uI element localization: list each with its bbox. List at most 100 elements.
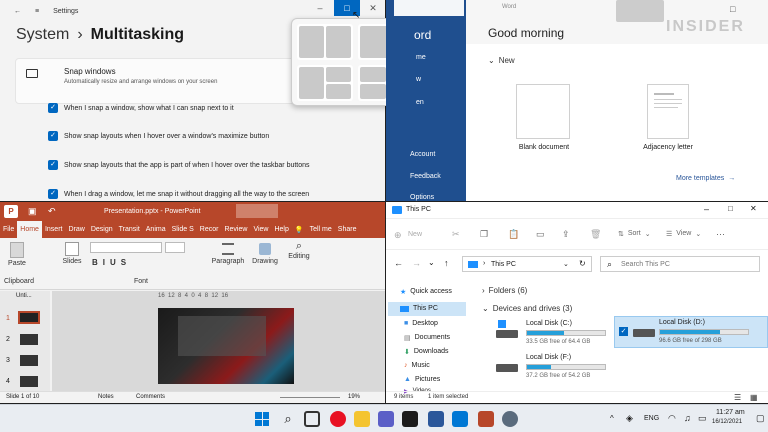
teams-icon[interactable] — [378, 411, 394, 427]
word-icon[interactable] — [428, 411, 444, 427]
nav-music[interactable]: ♪ Music — [404, 362, 430, 369]
notes-button[interactable]: Notes — [98, 394, 114, 400]
tab-view[interactable]: View — [250, 226, 271, 233]
drive-f[interactable]: Local Disk (F:) 37.2 GB free of 54.2 GB — [496, 352, 608, 382]
clock-date[interactable]: 16/12/2021 — [712, 419, 742, 425]
more-templates-label[interactable]: More templates — [676, 175, 724, 182]
word-maximize-icon[interactable]: □ — [730, 4, 735, 14]
tab-animations[interactable]: Anima — [143, 226, 169, 233]
cut-icon[interactable]: ✂ — [452, 229, 460, 240]
zoom-slider[interactable] — [280, 397, 340, 398]
language-indicator[interactable]: ENG — [644, 415, 659, 422]
tab-record[interactable]: Recor — [197, 226, 222, 233]
start-button[interactable] — [254, 411, 270, 427]
sidebar-item-options[interactable]: Options — [410, 194, 434, 201]
checkbox-checked-icon[interactable]: ✓ — [48, 160, 58, 170]
tab-home[interactable]: Home — [17, 221, 42, 238]
tab-slideshow[interactable]: Slide S — [169, 226, 197, 233]
snap-zone[interactable] — [326, 26, 351, 58]
slide-thumbnail-3[interactable] — [20, 355, 38, 366]
snap-layout-main-side[interactable] — [297, 65, 353, 101]
store-icon[interactable] — [452, 411, 468, 427]
search-box[interactable]: ⌕ Search This PC — [600, 256, 760, 272]
drives-group-header[interactable]: ⌄ Devices and drives (3) — [482, 304, 572, 313]
share-button[interactable]: Share — [335, 226, 360, 233]
font-formatting-buttons[interactable]: BIUS — [92, 258, 131, 267]
opera-browser-icon[interactable] — [330, 411, 346, 427]
rename-icon[interactable]: ▭ — [536, 229, 545, 240]
drive-d[interactable]: ✓ Local Disk (D:) 96.6 GB free of 298 GB — [614, 316, 768, 348]
checkbox-checked-icon[interactable]: ✓ — [619, 327, 628, 336]
snap-zone[interactable] — [326, 67, 351, 82]
snap-option-2[interactable]: ✓ Show snap layouts when I hover over a w… — [48, 131, 269, 141]
snap-zone[interactable] — [299, 26, 324, 58]
nav-this-pc[interactable]: This PC — [388, 302, 466, 316]
clock-time[interactable]: 11:27 am — [716, 409, 745, 416]
search-icon[interactable]: ⌕ — [280, 411, 296, 427]
delete-icon[interactable]: 🗑 — [590, 229, 601, 240]
tab-file[interactable]: File — [0, 226, 17, 233]
tab-draw[interactable]: Draw — [65, 226, 87, 233]
editing-button[interactable]: ⌕ Editing — [284, 240, 314, 260]
powerpoint-icon[interactable] — [478, 411, 494, 427]
checkbox-checked-icon[interactable]: ✓ — [48, 189, 58, 199]
snap-option-4[interactable]: ✓ When I drag a window, let me snap it wi… — [48, 189, 309, 199]
nav-downloads[interactable]: ⬇ Downloads — [404, 348, 449, 356]
section-header[interactable]: Unti... — [16, 293, 32, 299]
blank-document-thumbnail[interactable] — [516, 84, 570, 139]
details-view-icon[interactable]: ☰ — [734, 393, 741, 402]
tiles-view-icon[interactable]: ▦ — [750, 393, 758, 402]
undo-icon[interactable]: ↶ — [48, 206, 56, 217]
close-button[interactable]: ✕ — [750, 204, 757, 213]
new-button[interactable]: New — [408, 231, 422, 238]
breadcrumb-system[interactable]: System — [16, 26, 69, 44]
tell-me-box[interactable]: Tell me — [307, 226, 335, 233]
settings-gear-icon[interactable] — [502, 411, 518, 427]
network-icon[interactable]: ◈ — [626, 413, 633, 424]
nav-pictures[interactable]: ▲ Pictures — [404, 376, 440, 383]
slide-canvas[interactable] — [158, 308, 294, 384]
slide-thumbnail-2[interactable] — [20, 334, 38, 345]
file-explorer-icon[interactable] — [354, 411, 370, 427]
tab-insert[interactable]: Insert — [42, 226, 66, 233]
more-options-icon[interactable]: ⋯ — [716, 229, 725, 240]
sidebar-item-home[interactable]: me — [416, 54, 426, 61]
sidebar-item-new[interactable]: w — [416, 76, 421, 83]
menu-icon[interactable]: ≡ — [35, 8, 39, 15]
snap-zone[interactable] — [326, 84, 351, 99]
nav-quick-access[interactable]: ★ Quick access — [400, 288, 452, 296]
slide-thumbnail-4[interactable] — [20, 376, 38, 387]
recent-locations-icon[interactable]: ⌄ — [428, 258, 435, 267]
refresh-icon[interactable]: ↻ — [579, 259, 586, 268]
nav-documents[interactable]: ▤ Documents — [404, 334, 450, 342]
new-slide-button[interactable]: Slides — [60, 240, 84, 265]
tray-overflow-icon[interactable]: ^ — [610, 414, 614, 423]
drive-c[interactable]: Local Disk (C:) 33.5 GB free of 64.4 GB — [496, 318, 608, 348]
checkbox-checked-icon[interactable]: ✓ — [48, 103, 58, 113]
wifi-icon[interactable]: ◠ — [668, 413, 676, 424]
sort-button[interactable]: ⇅ Sort ⌄ — [618, 230, 651, 238]
share-icon[interactable]: ⇪ — [562, 229, 570, 240]
address-bar[interactable]: › This PC ⌄ ↻ — [462, 256, 592, 272]
terminal-icon[interactable] — [402, 411, 418, 427]
folders-group-header[interactable]: › Folders (6) — [482, 286, 527, 295]
sidebar-item-feedback[interactable]: Feedback — [410, 173, 441, 180]
font-name-combobox[interactable] — [90, 242, 162, 253]
snap-option-1[interactable]: ✓ When I snap a window, show what I can s… — [48, 103, 234, 113]
adjacency-letter-thumbnail[interactable] — [647, 84, 689, 139]
more-templates-link[interactable]: More templates → — [676, 175, 735, 182]
view-button[interactable]: ☰ View ⌄ — [666, 230, 701, 238]
up-icon[interactable]: ↑ — [444, 258, 449, 268]
adjacency-letter-label[interactable]: Adjacency letter — [626, 144, 710, 151]
snap-zone[interactable] — [360, 84, 386, 99]
minimize-button[interactable]: – — [307, 0, 333, 16]
forward-icon[interactable]: → — [412, 258, 421, 268]
close-button[interactable]: ✕ — [360, 0, 385, 16]
maximize-button[interactable]: □ — [728, 204, 733, 213]
snap-zone[interactable] — [299, 67, 324, 99]
tab-help[interactable]: Help — [271, 226, 291, 233]
snap-option-3[interactable]: ✓ Show snap layouts that the app is part … — [48, 160, 310, 170]
task-view-icon[interactable] — [304, 411, 320, 427]
sidebar-item-open[interactable]: en — [416, 99, 424, 106]
checkbox-checked-icon[interactable]: ✓ — [48, 131, 58, 141]
